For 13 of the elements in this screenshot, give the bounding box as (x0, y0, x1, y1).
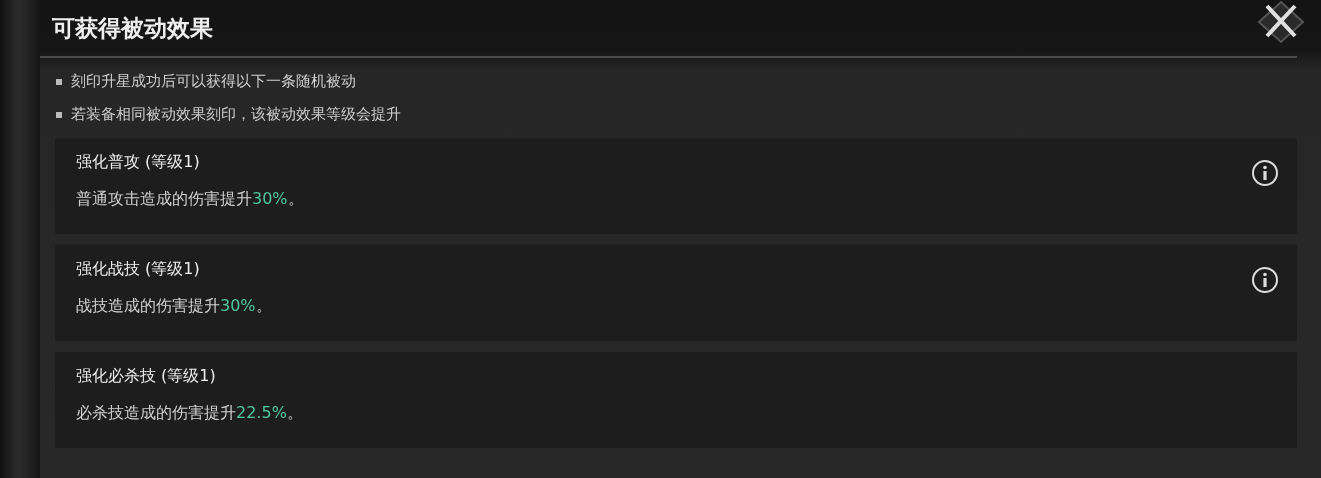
effect-description: 必杀技造成的伤害提升22.5%。 (76, 403, 303, 424)
effect-description: 普通攻击造成的伤害提升30%。 (76, 189, 304, 210)
panel-title: 可获得被动效果 (52, 12, 213, 43)
effect-name: 强化必杀技 (等级1) (76, 366, 216, 387)
note-text: 刻印升星成功后可以获得以下一条随机被动 (71, 72, 356, 91)
effect-name: 强化战技 (等级1) (76, 259, 200, 280)
note-text: 若装备相同被动效果刻印，该被动效果等级会提升 (71, 105, 401, 124)
effect-description: 战技造成的伤害提升30%。 (76, 296, 272, 317)
info-icon[interactable] (1251, 266, 1279, 294)
info-icon[interactable] (1251, 159, 1279, 187)
bullet-icon (56, 78, 62, 85)
effect-name: 强化普攻 (等级1) (76, 152, 200, 173)
bullet-icon (56, 111, 62, 118)
